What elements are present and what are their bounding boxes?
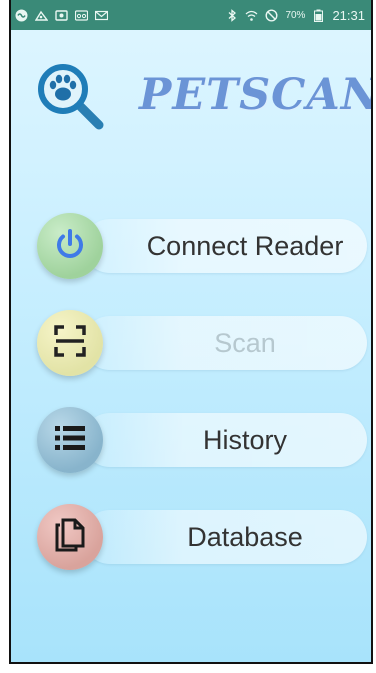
connect-reader-label: Connect Reader (146, 230, 344, 261)
voicemail-icon (75, 9, 88, 22)
do-not-disturb-icon (265, 8, 278, 22)
database-icon-circle (37, 504, 103, 570)
history-button[interactable]: History (37, 407, 367, 473)
infinity-icon (15, 9, 28, 22)
mail-icon (95, 9, 108, 22)
connect-reader-button[interactable]: Connect Reader (37, 213, 367, 279)
app-header: PETSCAN (11, 50, 371, 140)
scan-frame-icon (53, 324, 87, 363)
history-icon-circle (37, 407, 103, 473)
status-time: 21:31 (332, 7, 365, 23)
status-bar: 70% 21:31 (11, 0, 371, 30)
database-button[interactable]: Database (37, 504, 367, 570)
paw-magnifier-icon (37, 63, 107, 133)
power-icon (53, 227, 87, 266)
app-title: PETSCAN (139, 70, 373, 120)
wifi-icon (245, 9, 258, 22)
connect-icon-circle (37, 213, 103, 279)
mms-icon (35, 9, 48, 22)
bluetooth-icon (225, 8, 238, 22)
list-icon (53, 423, 87, 458)
database-label: Database (187, 521, 303, 552)
image-icon (55, 9, 68, 22)
status-bar-left (15, 9, 108, 22)
documents-icon (54, 517, 86, 558)
battery-icon (312, 9, 325, 22)
status-bar-right: 70% 21:31 (225, 8, 365, 23)
scan-label: Scan (214, 327, 276, 358)
app-window: 70% 21:31 PETSCAN Connect Reader Scan Hi… (9, 0, 373, 664)
scan-icon-circle (37, 310, 103, 376)
history-label: History (202, 424, 287, 455)
scan-button[interactable]: Scan (37, 310, 367, 376)
battery-percent: 70% (285, 9, 306, 21)
